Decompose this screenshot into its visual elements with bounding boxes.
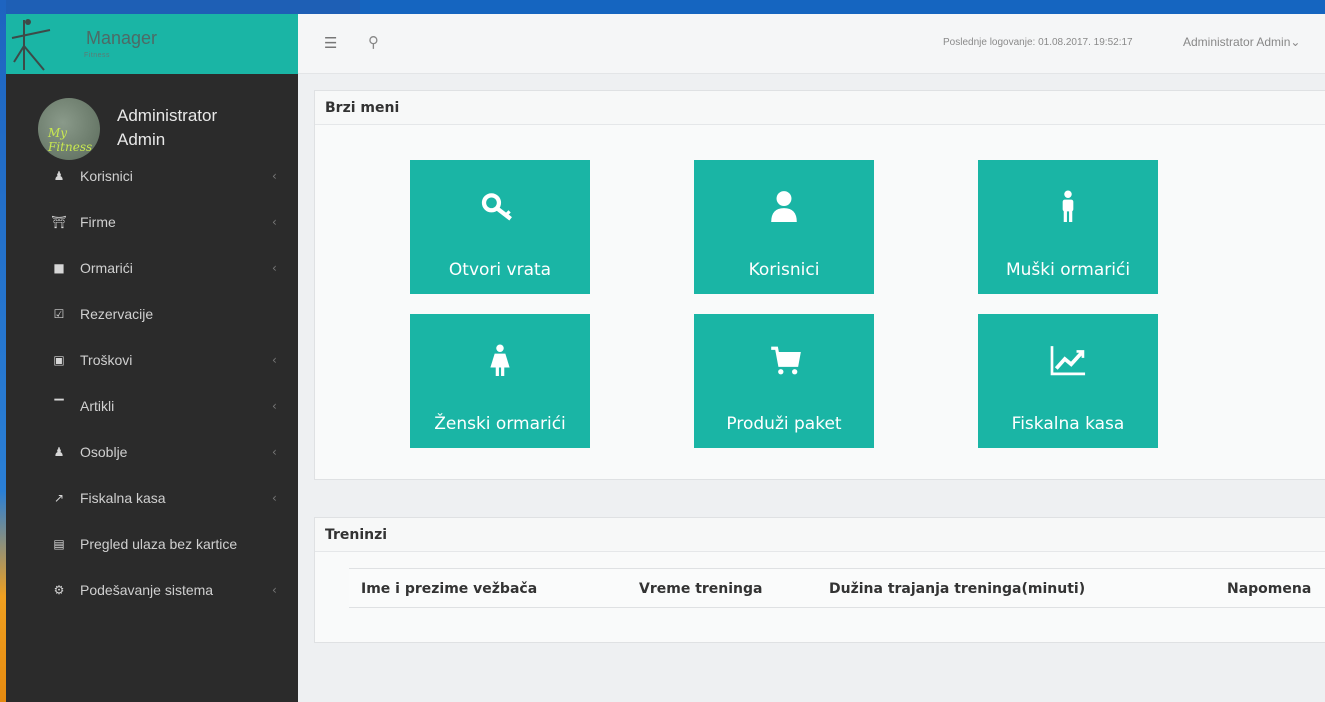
quick-menu-title: Brzi meni xyxy=(315,91,1325,125)
topbar: ☰ ⚲ Poslednje logovanje: 01.08.2017. 19:… xyxy=(298,14,1325,74)
line-chart-icon: ↗ xyxy=(53,491,65,505)
sidebar: Manager Fitness My Fitness Administrator… xyxy=(6,14,298,702)
sidebar-item-fiskalna-kasa[interactable]: ↗ Fiskalna kasa ‹ xyxy=(6,475,298,521)
sidebar-item-pregled-ulaza[interactable]: ▤ Pregled ulaza bez kartice xyxy=(6,521,298,567)
chevron-left-icon: ‹ xyxy=(272,169,277,183)
tile-label: Produži paket xyxy=(726,414,842,434)
user-name: Administrator Admin xyxy=(117,104,217,152)
sidebar-menu: ♟ Korisnici ‹ ⛩ Firme ‹ ■ Ormarići ‹ ☑ R… xyxy=(6,153,298,613)
column-header[interactable]: Ime i prezime vežbača xyxy=(361,581,537,597)
cart-icon: ▔ xyxy=(54,399,64,413)
tile-produzi-paket[interactable]: Produži paket xyxy=(694,314,874,448)
sidebar-item-label: Rezervacije xyxy=(80,306,154,322)
cart-icon xyxy=(771,346,801,375)
sidebar-item-label: Ormarići xyxy=(80,260,133,276)
brand-name: Manager xyxy=(86,28,158,48)
avatar[interactable]: My Fitness xyxy=(38,98,100,160)
check-square-icon: ☑ xyxy=(53,307,65,321)
sidebar-item-osoblje[interactable]: ♟ Osoblje ‹ xyxy=(6,429,298,475)
sidebar-item-firme[interactable]: ⛩ Firme ‹ xyxy=(6,199,298,245)
runner-logo-icon xyxy=(11,19,51,71)
sidebar-item-label: Troškovi xyxy=(80,352,133,368)
bank-icon: ⛩ xyxy=(51,215,67,229)
tile-label: Fiskalna kasa xyxy=(1011,414,1125,434)
tile-label: Otvori vrata xyxy=(448,260,552,280)
search-icon[interactable]: ⚲ xyxy=(368,33,379,51)
chevron-left-icon: ‹ xyxy=(272,583,277,597)
file-icon: ▤ xyxy=(53,537,65,551)
cogs-icon: ⚙ xyxy=(53,583,65,597)
chevron-left-icon: ‹ xyxy=(272,445,277,459)
users-icon: ♟ xyxy=(53,445,65,459)
chevron-left-icon: ‹ xyxy=(272,491,277,505)
column-header[interactable]: Vreme treninga xyxy=(639,581,762,597)
last-login-text: Poslednje logovanje: 01.08.2017. 19:52:1… xyxy=(943,37,1133,48)
sidebar-item-artikli[interactable]: ▔ Artikli ‹ xyxy=(6,383,298,429)
chevron-left-icon: ‹ xyxy=(272,261,277,275)
sidebar-item-rezervacije[interactable]: ☑ Rezervacije xyxy=(6,291,298,337)
sidebar-item-ormarici[interactable]: ■ Ormarići ‹ xyxy=(6,245,298,291)
sidebar-item-label: Podešavanje sistema xyxy=(80,582,214,598)
line-chart-icon xyxy=(1050,346,1086,376)
tile-otvori-vrata[interactable]: Otvori vrata xyxy=(410,160,590,294)
admin-label: Administrator Admin xyxy=(1183,35,1291,49)
user-panel: My Fitness Administrator Admin xyxy=(6,74,298,160)
brand-sub: Fitness xyxy=(84,52,111,59)
chevron-down-icon: ⌄ xyxy=(1290,35,1301,49)
trainings-table-header: Ime i prezime vežbača Vreme treninga Duž… xyxy=(349,568,1325,608)
tile-label: Korisnici xyxy=(748,260,820,280)
column-header[interactable]: Dužina trajanja treninga(minuti) xyxy=(829,581,1085,597)
male-icon xyxy=(1062,190,1074,222)
tile-label: Ženski ormarići xyxy=(434,414,566,434)
lock-icon: ■ xyxy=(53,261,65,275)
sidebar-item-podesavanje[interactable]: ⚙ Podešavanje sistema ‹ xyxy=(6,567,298,613)
money-icon: ▣ xyxy=(53,353,65,367)
trainings-panel: Treninzi Ime i prezime vežbača Vreme tre… xyxy=(314,517,1325,643)
chevron-left-icon: ‹ xyxy=(272,215,277,229)
sidebar-item-korisnici[interactable]: ♟ Korisnici ‹ xyxy=(6,153,298,199)
column-header[interactable]: Napomena xyxy=(1227,581,1311,597)
tile-korisnici[interactable]: Korisnici xyxy=(694,160,874,294)
trainings-title: Treninzi xyxy=(315,518,1325,552)
female-icon xyxy=(490,344,510,376)
tile-muski-ormarici[interactable]: Muški ormarići xyxy=(978,160,1158,294)
sidebar-item-label: Osoblje xyxy=(80,444,128,460)
tile-zenski-ormarici[interactable]: Ženski ormarići xyxy=(410,314,590,448)
avatar-logo-text: My Fitness xyxy=(48,126,93,154)
hamburger-menu-icon[interactable]: ☰ xyxy=(324,34,337,52)
tile-fiskalna-kasa[interactable]: Fiskalna kasa xyxy=(978,314,1158,448)
sidebar-item-label: Artikli xyxy=(80,398,115,414)
user-name-line2: Admin xyxy=(117,130,166,149)
user-name-line1: Administrator xyxy=(117,106,218,125)
sidebar-item-label: Pregled ulaza bez kartice xyxy=(80,536,238,552)
tile-label: Muški ormarići xyxy=(1005,260,1131,280)
key-icon xyxy=(481,193,512,221)
logo-bar[interactable]: Manager Fitness xyxy=(6,14,298,74)
user-icon: ♟ xyxy=(53,169,65,183)
sidebar-item-label: Korisnici xyxy=(80,168,133,184)
sidebar-item-label: Fiskalna kasa xyxy=(80,490,166,506)
sidebar-item-troskovi[interactable]: ▣ Troškovi ‹ xyxy=(6,337,298,383)
window-frame-top xyxy=(0,0,360,14)
main-content: Brzi meni Otvori vrata Korisnici Muški o… xyxy=(298,74,1325,702)
quick-menu-panel: Brzi meni Otvori vrata Korisnici Muški o… xyxy=(314,90,1325,480)
chevron-left-icon: ‹ xyxy=(272,353,277,367)
admin-dropdown[interactable]: Administrator Admin⌄ xyxy=(1183,35,1300,49)
sidebar-item-label: Firme xyxy=(80,214,116,230)
chevron-left-icon: ‹ xyxy=(272,399,277,413)
user-icon xyxy=(771,191,797,222)
